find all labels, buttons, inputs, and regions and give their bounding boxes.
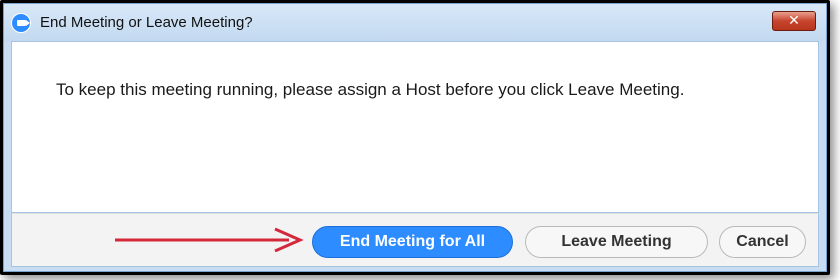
title-bar: End Meeting or Leave Meeting? ✕ — [4, 4, 826, 41]
dialog-body: To keep this meeting running, please ass… — [11, 41, 819, 213]
dialog-message: To keep this meeting running, please ass… — [56, 80, 685, 99]
leave-meeting-button[interactable]: Leave Meeting — [525, 226, 708, 258]
end-meeting-for-all-button[interactable]: End Meeting for All — [312, 226, 513, 258]
close-button[interactable]: ✕ — [772, 11, 816, 31]
red-arrow-icon — [115, 227, 304, 252]
cancel-button[interactable]: Cancel — [719, 226, 806, 258]
dialog-title: End Meeting or Leave Meeting? — [40, 14, 253, 31]
close-icon: ✕ — [788, 13, 800, 29]
zoom-camera-icon — [11, 12, 31, 33]
